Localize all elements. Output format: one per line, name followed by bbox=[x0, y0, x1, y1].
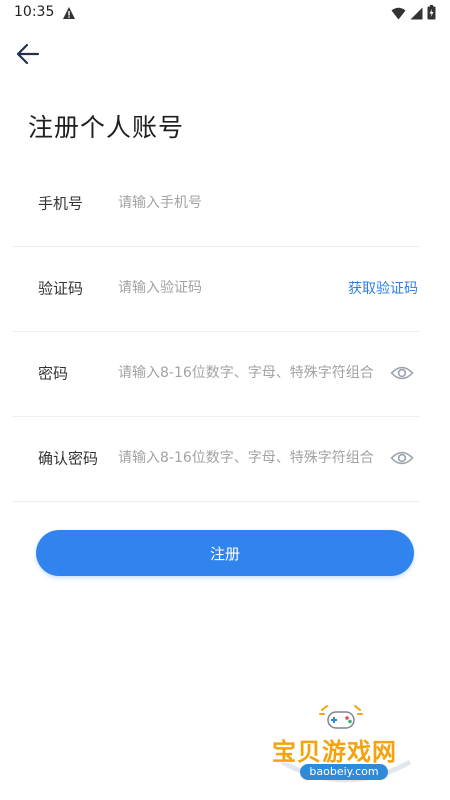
register-button[interactable]: 注册 bbox=[36, 530, 414, 576]
code-row: 验证码 获取验证码 bbox=[12, 245, 420, 332]
status-icons bbox=[391, 5, 436, 24]
status-bar: 10:35 bbox=[0, 0, 450, 26]
confirm-password-row: 确认密码 bbox=[12, 415, 420, 502]
confirm-password-input[interactable] bbox=[118, 445, 388, 471]
page-title: 注册个人账号 bbox=[28, 113, 185, 142]
battery-icon bbox=[427, 5, 436, 24]
password-label: 密码 bbox=[38, 364, 69, 383]
status-time: 10:35 bbox=[14, 4, 55, 20]
watermark-url: baobeiy.com bbox=[300, 764, 388, 780]
code-label: 验证码 bbox=[38, 279, 84, 298]
arrow-left-icon bbox=[16, 43, 40, 65]
phone-input[interactable] bbox=[118, 190, 388, 216]
eye-icon[interactable] bbox=[390, 449, 414, 467]
code-input[interactable] bbox=[118, 275, 338, 301]
phone-row: 手机号 bbox=[12, 160, 420, 247]
password-input[interactable] bbox=[118, 360, 388, 386]
password-row: 密码 bbox=[12, 330, 420, 417]
signal-icon bbox=[410, 5, 423, 24]
watermark: 宝贝游戏网 baobeiy.com bbox=[272, 702, 422, 792]
confirm-password-label: 确认密码 bbox=[38, 449, 99, 468]
alert-icon bbox=[62, 5, 76, 24]
phone-label: 手机号 bbox=[38, 194, 84, 213]
wifi-icon bbox=[391, 5, 406, 24]
register-screen: 10:35 注册个人账号 手机号 请输入手机号 验证码 请输入验证码 获取验证码… bbox=[0, 0, 450, 800]
eye-icon[interactable] bbox=[390, 364, 414, 382]
get-code-button[interactable]: 获取验证码 bbox=[348, 278, 418, 298]
back-button[interactable] bbox=[14, 40, 42, 68]
gamepad-icon bbox=[319, 705, 363, 729]
watermark-title: 宝贝游戏网 bbox=[272, 738, 397, 766]
